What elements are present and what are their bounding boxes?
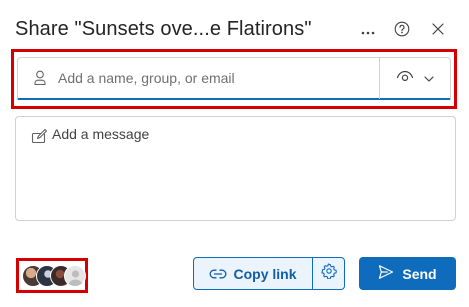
more-options-button[interactable] bbox=[355, 18, 381, 44]
person-icon bbox=[32, 70, 48, 86]
compose-icon bbox=[31, 128, 48, 145]
avatar bbox=[64, 265, 86, 287]
close-button[interactable] bbox=[425, 18, 451, 44]
message-input[interactable] bbox=[52, 125, 447, 213]
help-circle-icon bbox=[394, 21, 410, 42]
send-label: Send bbox=[402, 265, 437, 282]
copy-link-button[interactable]: Copy link bbox=[194, 258, 313, 289]
chevron-down-icon bbox=[424, 69, 434, 87]
dialog-title: Share "Sunsets ove...e Flatirons" bbox=[15, 18, 312, 40]
copy-link-label: Copy link bbox=[233, 265, 297, 282]
copy-link-group: Copy link bbox=[193, 257, 345, 290]
gear-icon bbox=[320, 263, 337, 284]
link-settings-button[interactable] bbox=[313, 258, 344, 289]
close-icon bbox=[432, 22, 444, 40]
recipient-highlight bbox=[11, 49, 457, 109]
help-button[interactable] bbox=[389, 18, 415, 44]
link-icon bbox=[209, 266, 227, 282]
recipient-input[interactable] bbox=[58, 58, 379, 98]
share-dialog: Share "Sunsets ove...e Flatirons" Add a … bbox=[0, 0, 469, 307]
eye-icon bbox=[396, 69, 414, 87]
shared-with-avatars[interactable] bbox=[16, 258, 88, 293]
recipient-field bbox=[17, 57, 451, 100]
permission-dropdown[interactable] bbox=[380, 58, 450, 98]
message-field bbox=[15, 116, 456, 221]
send-icon bbox=[378, 264, 394, 283]
more-horizontal-icon bbox=[361, 22, 375, 40]
send-button[interactable]: Send bbox=[359, 257, 456, 290]
